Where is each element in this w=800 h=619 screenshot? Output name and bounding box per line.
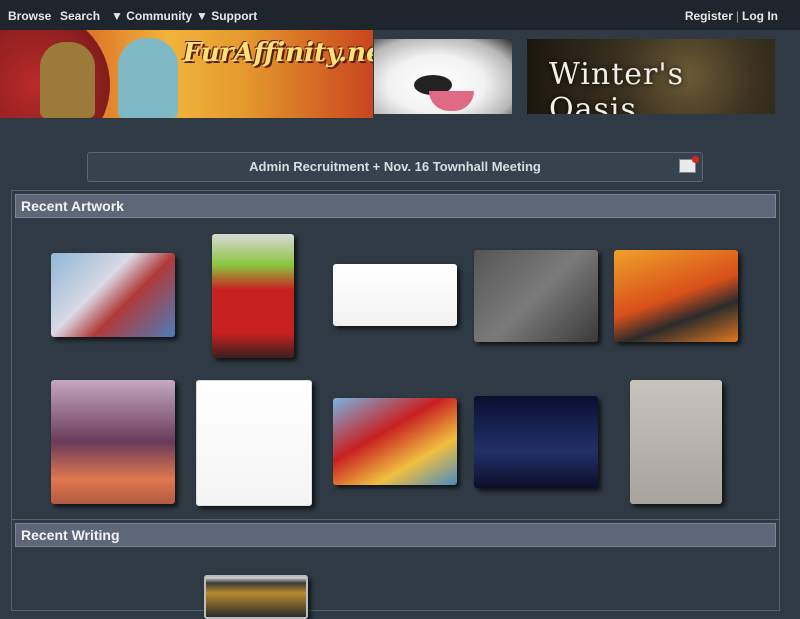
recent-artwork-header: Recent Artwork xyxy=(15,194,776,218)
site-banner[interactable]: FurAffinity.net xyxy=(0,30,373,118)
nav-browse-link[interactable]: Browse xyxy=(8,9,51,23)
artwork-thumb-9[interactable] xyxy=(474,396,598,488)
top-navigation-bar: Browse Search ▼ Community ▼ Support Regi… xyxy=(0,0,800,30)
banner-character-art-right xyxy=(118,38,178,118)
advertisement-banner[interactable]: Winter's Oasis xyxy=(527,39,775,114)
site-logo-text: FurAffinity.net xyxy=(183,38,373,68)
register-link[interactable]: Register xyxy=(685,9,733,23)
mascot-mouth-art xyxy=(429,91,474,111)
artwork-thumb-7[interactable] xyxy=(196,380,312,506)
artwork-thumb-3[interactable] xyxy=(333,264,457,326)
artwork-thumb-1[interactable] xyxy=(51,253,175,337)
nav-search-link[interactable]: Search xyxy=(60,9,100,23)
artwork-thumb-8[interactable] xyxy=(333,398,457,485)
artwork-thumb-6[interactable] xyxy=(51,380,175,504)
mail-notification-icon[interactable] xyxy=(679,156,699,173)
site-notice-text: Admin Recruitment + Nov. 16 Townhall Mee… xyxy=(249,159,541,174)
artwork-thumb-4[interactable] xyxy=(474,250,598,342)
writing-thumb-1[interactable] xyxy=(204,575,308,619)
artwork-thumb-10[interactable] xyxy=(630,380,722,504)
account-links: Register | Log In xyxy=(685,9,778,23)
site-notice-bar[interactable]: Admin Recruitment + Nov. 16 Townhall Mee… xyxy=(87,152,703,182)
nav-divider: | xyxy=(735,9,739,23)
artwork-thumb-5[interactable] xyxy=(614,250,738,342)
nav-community-dropdown[interactable]: ▼ Community xyxy=(111,9,192,23)
artwork-thumb-2[interactable] xyxy=(212,234,294,358)
advertisement-title: Winter's Oasis xyxy=(549,57,685,114)
banner-mascot-art[interactable] xyxy=(374,39,512,114)
login-link[interactable]: Log In xyxy=(742,9,778,23)
recent-writing-panel: Recent Writing xyxy=(11,519,780,611)
nav-support-dropdown[interactable]: ▼ Support xyxy=(196,9,257,23)
recent-writing-header: Recent Writing xyxy=(15,523,776,547)
banner-character-art-left xyxy=(40,42,95,118)
